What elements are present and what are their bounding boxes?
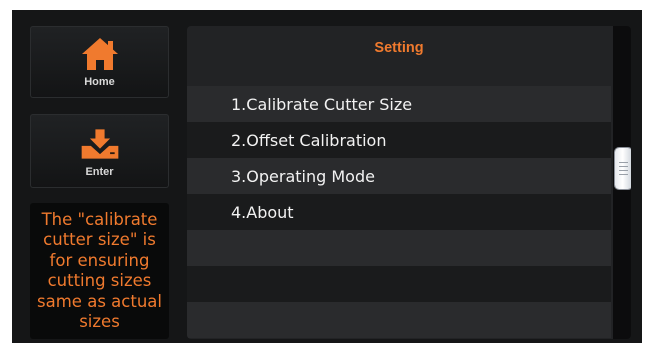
menu-item-about[interactable]: 4.About	[187, 194, 611, 230]
menu-item-calibrate-cutter-size[interactable]: 1.Calibrate Cutter Size	[187, 86, 611, 122]
settings-list: 1.Calibrate Cutter Size 2.Offset Calibra…	[187, 86, 611, 338]
home-icon	[78, 36, 122, 72]
scrollbar-thumb[interactable]	[615, 148, 631, 189]
settings-panel: Setting 1.Calibrate Cutter Size 2.Offset…	[187, 26, 631, 339]
help-text: The "calibrate cutter size" is for ensur…	[30, 203, 169, 339]
menu-item-offset-calibration[interactable]: 2.Offset Calibration	[187, 122, 611, 158]
enter-label: Enter	[85, 166, 114, 178]
grip-line	[619, 174, 628, 175]
grip-line	[619, 170, 628, 171]
scrollbar-track[interactable]	[613, 26, 631, 339]
menu-item-empty	[187, 302, 611, 338]
home-button[interactable]: Home	[30, 26, 169, 98]
menu-item-empty	[187, 266, 611, 302]
enter-icon	[78, 126, 122, 162]
enter-button[interactable]: Enter	[30, 114, 169, 188]
grip-line	[619, 162, 628, 163]
menu-item-operating-mode[interactable]: 3.Operating Mode	[187, 158, 611, 194]
device-screen: Home Enter The "calibrate cutter size" i…	[12, 10, 642, 343]
grip-line	[619, 166, 628, 167]
home-label: Home	[84, 76, 115, 88]
panel-title: Setting	[374, 40, 424, 56]
menu-item-empty	[187, 230, 611, 266]
